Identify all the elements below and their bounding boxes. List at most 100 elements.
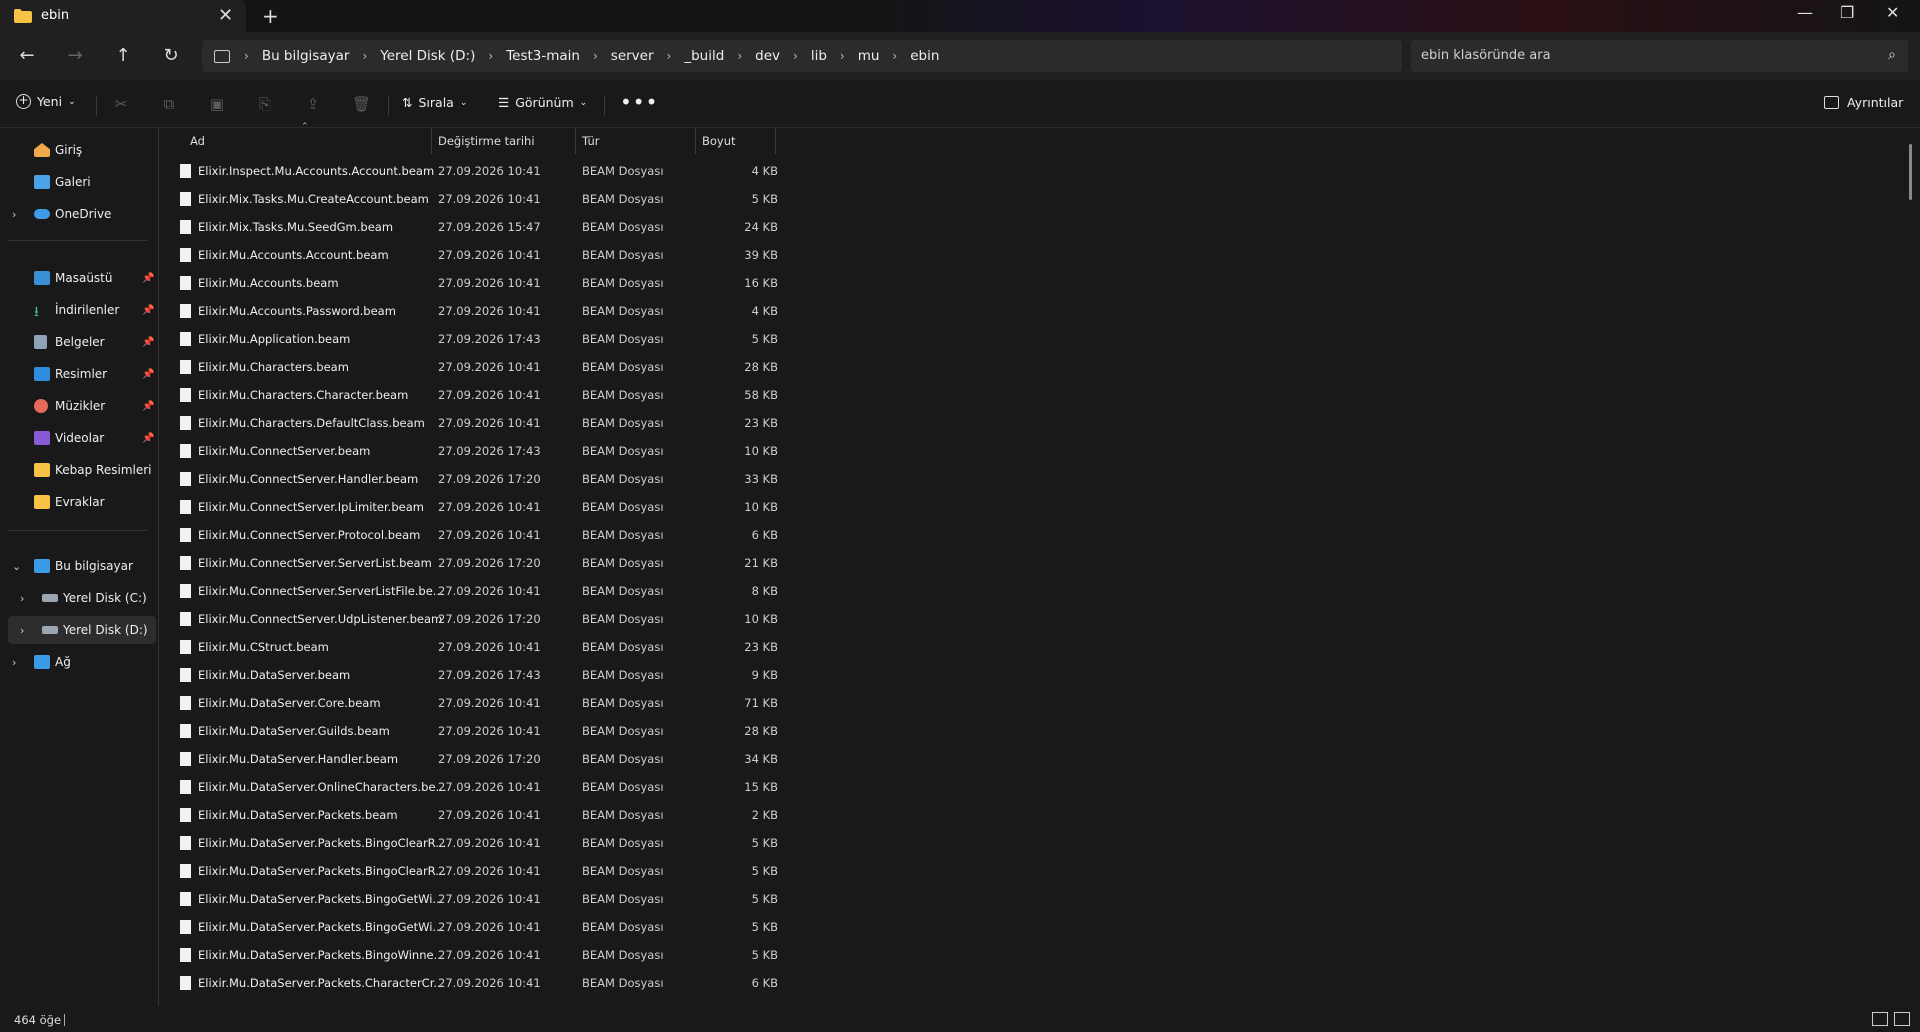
rename-icon[interactable]: ⎘ [256,95,274,113]
view-button[interactable]: ☰ Görünüm ⌄ [498,95,587,110]
computer-icon[interactable] [214,49,230,63]
new-tab-button[interactable]: + [262,4,279,28]
table-row[interactable]: Elixir.Mu.Accounts.Account.beam 27.09.202… [176,241,778,269]
pin-icon[interactable]: 📌 [142,433,154,444]
table-row[interactable]: Elixir.Mu.Characters.beam 27.09.2026 10:4… [176,353,778,381]
chevron-right-icon[interactable]: › [20,624,24,637]
chevron-right-icon[interactable]: › [12,656,16,669]
paste-icon[interactable]: ▣ [208,95,226,113]
table-row[interactable]: Elixir.Inspect.Mu.Accounts.Account.beam 2… [176,157,778,185]
chevron-right-icon[interactable]: › [593,49,598,63]
breadcrumb-server[interactable]: server [611,48,654,64]
new-button[interactable]: + Yeni ⌄ [16,94,76,109]
breadcrumb-mu[interactable]: mu [858,48,880,64]
table-row[interactable]: Elixir.Mu.DataServer.Packets.BingoClearR… [176,857,778,885]
table-row[interactable]: Elixir.Mu.ConnectServer.ServerListFile.b… [176,577,778,605]
column-divider[interactable] [431,128,432,154]
table-row[interactable]: Elixir.Mu.CStruct.beam 27.09.2026 10:41 BE… [176,633,778,661]
chevron-right-icon[interactable]: › [362,49,367,63]
sidebar-item-music[interactable]: Müzikler 📌 [8,392,156,420]
share-icon[interactable]: ⇪ [304,95,322,113]
breadcrumb-lib[interactable]: lib [811,48,827,64]
sidebar-item-this-pc[interactable]: ⌄ Bu bilgisayar [8,552,156,580]
chevron-down-icon[interactable]: ⌄ [12,560,21,573]
table-row[interactable]: Elixir.Mu.DataServer.Packets.BingoGetWi.… [176,885,778,913]
vertical-scrollbar[interactable] [1909,144,1912,200]
refresh-icon[interactable]: ↻ [158,43,184,69]
table-row[interactable]: Elixir.Mu.Accounts.Password.beam 27.09.20… [176,297,778,325]
table-row[interactable]: Elixir.Mix.Tasks.Mu.SeedGm.beam 27.09.202… [176,213,778,241]
table-row[interactable]: Elixir.Mu.DataServer.Packets.BingoWinne.… [176,941,778,969]
copy-icon[interactable]: ⧉ [160,95,178,113]
details-pane-button[interactable]: Ayrıntılar [1824,95,1903,110]
chevron-right-icon[interactable]: › [12,208,16,221]
sidebar-item-onedrive[interactable]: › OneDrive [8,200,156,228]
chevron-right-icon[interactable]: › [488,49,493,63]
breadcrumb-build[interactable]: _build [684,48,724,64]
table-row[interactable]: Elixir.Mu.DataServer.Guilds.beam 27.09.20… [176,717,778,745]
table-row[interactable]: Elixir.Mu.DataServer.beam 27.09.2026 17:4… [176,661,778,689]
pin-icon[interactable]: 📌 [142,337,154,348]
table-row[interactable]: Elixir.Mu.DataServer.Packets.beam 27.09.2… [176,801,778,829]
sidebar-item-videos[interactable]: Videolar 📌 [8,424,156,452]
minimize-button[interactable]: — [1797,3,1813,22]
forward-arrow-icon[interactable]: → [62,43,88,69]
table-row[interactable]: Elixir.Mix.Tasks.Mu.CreateAccount.beam 27… [176,185,778,213]
sidebar-item-evraklar[interactable]: Evraklar [8,488,156,516]
sidebar-item-pictures[interactable]: Resimler 📌 [8,360,156,388]
sidebar-item-gallery[interactable]: Galeri [8,168,156,196]
close-window-button[interactable]: ✕ [1886,3,1899,22]
back-arrow-icon[interactable]: ← [14,43,40,69]
sidebar-item-drive-d[interactable]: › Yerel Disk (D:) [8,616,156,644]
table-row[interactable]: Elixir.Mu.DataServer.Handler.beam 27.09.2… [176,745,778,773]
chevron-right-icon[interactable]: › [737,49,742,63]
cut-icon[interactable]: ✂ [112,95,130,113]
pin-icon[interactable]: 📌 [142,369,154,380]
table-row[interactable]: Elixir.Mu.ConnectServer.ServerList.beam 2… [176,549,778,577]
close-tab-icon[interactable]: ✕ [218,5,233,26]
table-row[interactable]: Elixir.Mu.Characters.Character.beam 27.09… [176,381,778,409]
sort-button[interactable]: ⇅ Sırala ⌄ [402,95,467,110]
breadcrumb-ebin[interactable]: ebin [910,48,939,64]
search-icon[interactable]: ⌕ [1888,47,1896,63]
table-row[interactable]: Elixir.Mu.Application.beam 27.09.2026 17:… [176,325,778,353]
search-input[interactable]: ebin klasöründe ara ⌕ [1411,40,1908,72]
breadcrumb-test3-main[interactable]: Test3-main [506,48,580,64]
table-row[interactable]: Elixir.Mu.DataServer.Packets.CharacterCr… [176,969,778,997]
table-row[interactable]: Elixir.Mu.DataServer.Packets.BingoGetWi.… [176,913,778,941]
table-row[interactable]: Elixir.Mu.DataServer.Core.beam 27.09.2026… [176,689,778,717]
sidebar-item-kebap-resimleri[interactable]: Kebap Resimleri [8,456,156,484]
table-row[interactable]: Elixir.Mu.ConnectServer.IpLimiter.beam 27… [176,493,778,521]
pin-icon[interactable]: 📌 [142,305,154,316]
breadcrumb-this-pc[interactable]: Bu bilgisayar [262,48,350,64]
table-row[interactable]: Elixir.Mu.ConnectServer.UdpListener.beam… [176,605,778,633]
chevron-right-icon[interactable]: › [892,49,897,63]
more-options-button[interactable]: ••• [620,90,658,114]
table-row[interactable]: Elixir.Mu.ConnectServer.Protocol.beam 27.… [176,521,778,549]
column-divider[interactable] [775,128,776,154]
sidebar-item-home[interactable]: Giriş [8,136,156,164]
chevron-right-icon[interactable]: › [793,49,798,63]
sidebar-item-network[interactable]: › Ağ [8,648,156,676]
details-view-icon[interactable] [1872,1012,1888,1026]
table-row[interactable]: Elixir.Mu.ConnectServer.Handler.beam 27.0… [176,465,778,493]
table-row[interactable]: Elixir.Mu.DataServer.OnlineCharacters.be… [176,773,778,801]
table-row[interactable]: Elixir.Mu.ConnectServer.beam 27.09.2026 1… [176,437,778,465]
table-row[interactable]: Elixir.Mu.DataServer.Packets.BingoClearR… [176,829,778,857]
delete-icon[interactable]: 🗑 [352,95,371,113]
sidebar-item-drive-c[interactable]: › Yerel Disk (C:) [8,584,156,612]
tab-ebin[interactable]: ebin ✕ [0,0,246,32]
sidebar-item-documents[interactable]: Belgeler 📌 [8,328,156,356]
pin-icon[interactable]: 📌 [142,273,154,284]
maximize-button[interactable]: ❐ [1840,3,1854,22]
breadcrumb-drive-d[interactable]: Yerel Disk (D:) [380,48,475,64]
breadcrumb-dev[interactable]: dev [755,48,780,64]
chevron-right-icon[interactable]: › [840,49,845,63]
sidebar-item-desktop[interactable]: Masaüstü 📌 [8,264,156,292]
sidebar-item-downloads[interactable]: ⭳ İndirilenler 📌 [8,296,156,324]
large-icons-view-icon[interactable] [1894,1012,1910,1026]
chevron-right-icon[interactable]: › [20,592,24,605]
table-row[interactable]: Elixir.Mu.Characters.DefaultClass.beam 27… [176,409,778,437]
column-divider[interactable] [575,128,576,154]
table-row[interactable]: Elixir.Mu.Accounts.beam 27.09.2026 10:41 B… [176,269,778,297]
